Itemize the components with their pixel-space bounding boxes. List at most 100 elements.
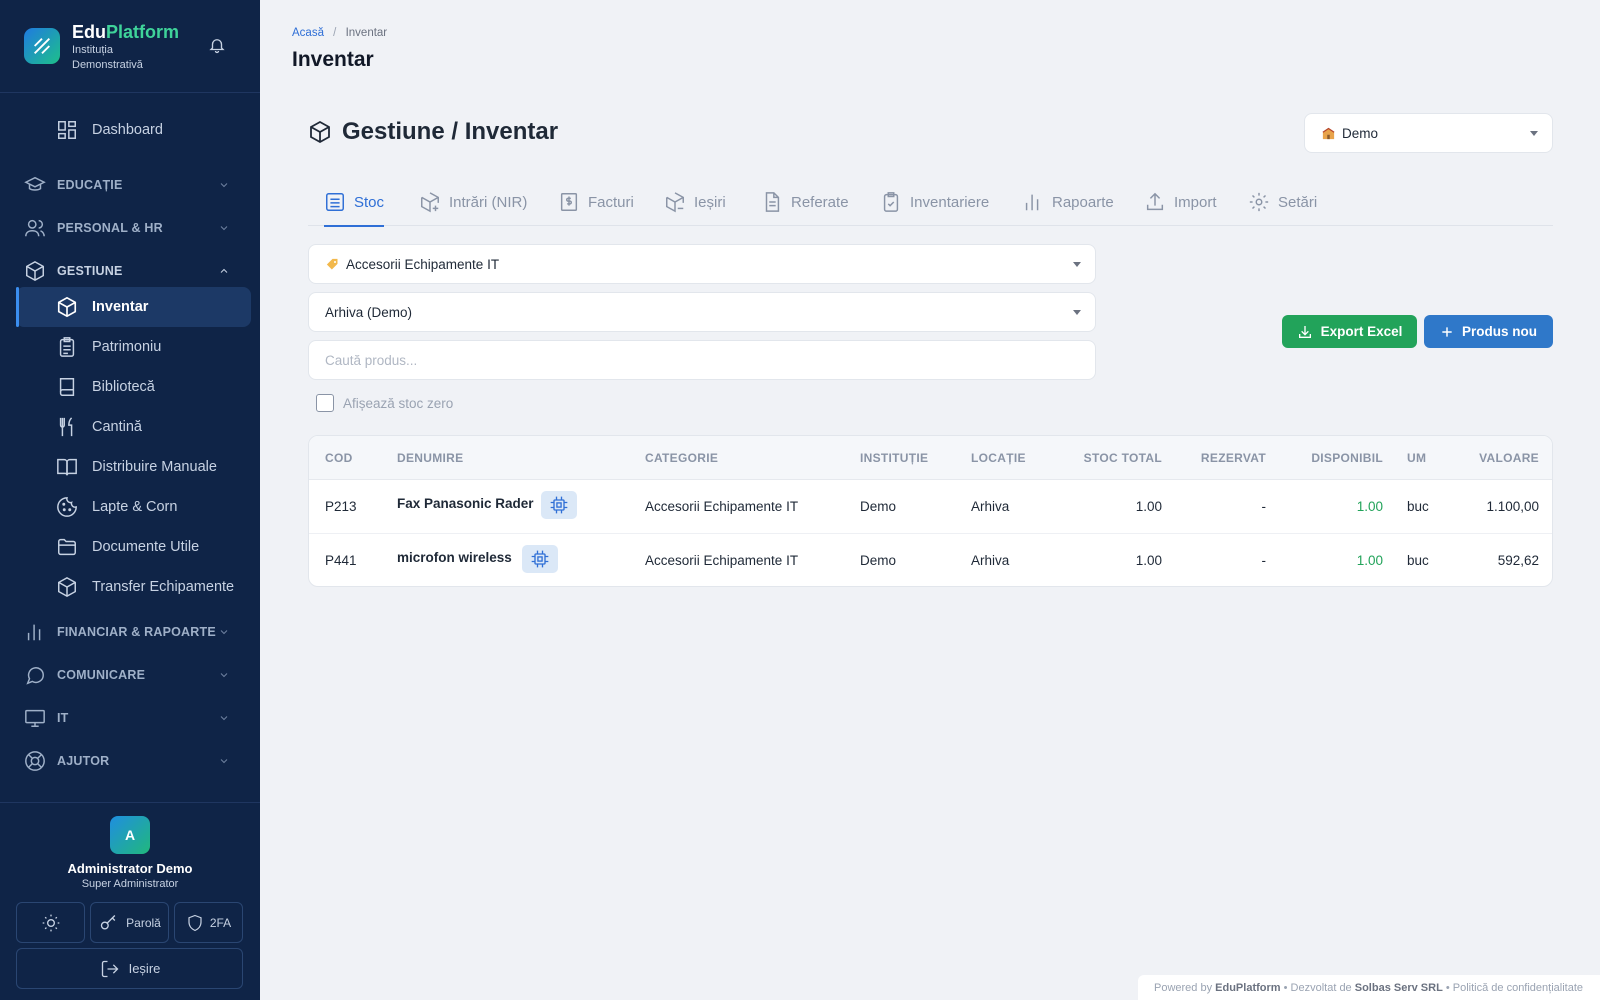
column-header-cod[interactable]: COD: [325, 451, 353, 465]
folder-icon: [58, 538, 76, 556]
tab-stoc[interactable]: Stoc: [324, 178, 385, 227]
book-icon: [59, 378, 75, 396]
cell-disponibil: 1.00: [1356, 499, 1383, 514]
category-select-value: Accesorii Echipamente IT: [346, 256, 500, 272]
sidebar-item-label: Distribuire Manuale: [92, 459, 217, 475]
location-select[interactable]: Arhiva (Demo): [308, 292, 1096, 332]
lifebuoy-icon: [25, 751, 45, 771]
sidebar-item-cantina[interactable]: Cantină: [16, 407, 251, 447]
footer-powered: Powered by: [1154, 981, 1213, 994]
column-header-denumire[interactable]: DENUMIRE: [397, 451, 463, 465]
warehouse-icon: [326, 193, 344, 211]
tab-setari[interactable]: Setări: [1248, 178, 1317, 226]
chip-icon[interactable]: [541, 491, 577, 519]
tab-intrari[interactable]: Intrări (NIR): [419, 178, 527, 226]
gear-icon: [1249, 192, 1269, 212]
password-button[interactable]: Parolă: [90, 902, 169, 943]
cell-valoare: 592,62: [1497, 553, 1539, 568]
sidebar-item-patrimoniu[interactable]: Patrimoniu: [16, 327, 251, 367]
sidebar-section-gestiune[interactable]: GESTIUNE: [24, 259, 236, 283]
caret-down-icon: [1073, 262, 1081, 267]
sidebar-item-label: Bibliotecă: [92, 379, 155, 395]
tab-label: Referate: [791, 193, 849, 211]
twofa-label: 2FA: [209, 915, 232, 930]
theme-toggle-button[interactable]: [16, 902, 85, 943]
caret-down-icon: [1530, 131, 1538, 136]
sidebar-item-documente[interactable]: Documente Utile: [16, 527, 251, 567]
sidebar-item-label: Lapte & Corn: [92, 499, 178, 515]
invoice-icon: [560, 193, 578, 211]
column-header-stoc-total[interactable]: STOC TOTAL: [1029, 451, 1162, 465]
export-excel-button[interactable]: Export Excel: [1282, 315, 1417, 348]
table-row[interactable]: P213 Fax Panasonic Rader Accesorii Echip…: [309, 480, 1552, 534]
column-header-locatie[interactable]: LOCAȚIE: [971, 451, 1026, 465]
column-header-categorie[interactable]: CATEGORIE: [645, 451, 718, 465]
search-input[interactable]: Caută produs...: [308, 340, 1096, 380]
sidebar-item-label: Patrimoniu: [92, 339, 162, 355]
sidebar-section-it[interactable]: IT: [24, 706, 236, 730]
bell-icon[interactable]: [208, 35, 226, 60]
monitor-icon: [25, 709, 45, 727]
footer: Powered by EduPlatform • Dezvoltat de So…: [1138, 975, 1600, 1000]
column-header-um[interactable]: UM: [1407, 451, 1426, 465]
footer-privacy-link[interactable]: • Politică de confidențialitate: [1446, 982, 1583, 994]
breadcrumb-home[interactable]: Acasă: [292, 27, 324, 39]
tab-rapoarte[interactable]: Rapoarte: [1022, 178, 1114, 226]
tag-icon: [326, 258, 338, 269]
tab-label: Stoc: [354, 193, 385, 211]
sidebar-section-financiar[interactable]: FINANCIAR & RAPOARTE: [24, 620, 236, 644]
brand-logo[interactable]: [24, 28, 60, 64]
cell-valoare: 1.100,00: [1486, 499, 1539, 514]
column-header-institutie[interactable]: INSTITUȚIE: [860, 451, 928, 465]
show-zero-stock-checkbox[interactable]: [316, 394, 334, 412]
tab-label: Intrări (NIR): [449, 193, 528, 211]
school-icon: [1322, 127, 1335, 139]
user-name: Administrator Demo: [67, 861, 193, 876]
tab-referate[interactable]: Referate: [761, 178, 849, 226]
sidebar-section-ajutor[interactable]: AJUTOR: [24, 749, 236, 773]
column-header-rezervat[interactable]: REZERVAT: [1169, 451, 1266, 465]
page-title: Inventar: [292, 48, 374, 71]
tab-inventariere[interactable]: Inventariere: [880, 178, 989, 226]
sidebar-item-dashboard[interactable]: Dashboard: [16, 110, 251, 150]
new-product-button[interactable]: Produs nou: [1424, 315, 1553, 348]
sidebar-item-label: Inventar: [92, 299, 149, 315]
institution-select-value: Demo: [1342, 125, 1379, 141]
sidebar-section-educatie[interactable]: EDUCAȚIE: [24, 173, 236, 197]
footer-brand[interactable]: EduPlatform: [1215, 982, 1280, 994]
avatar[interactable]: A: [110, 816, 150, 854]
sidebar-item-lapte-corn[interactable]: Lapte & Corn: [16, 487, 251, 527]
section-label: GESTIUNE: [57, 264, 123, 278]
cell-locatie: Arhiva: [971, 499, 1010, 514]
sidebar-section-comunicare[interactable]: COMUNICARE: [24, 663, 236, 687]
sidebar-item-transfer[interactable]: Transfer Echipamente: [16, 567, 251, 607]
users-icon: [25, 219, 45, 237]
chevron-up-icon: [220, 268, 228, 273]
tab-label: Rapoarte: [1052, 193, 1114, 211]
sidebar-item-manuale[interactable]: Distribuire Manuale: [16, 447, 251, 487]
footer-company[interactable]: Solbas Serv SRL: [1355, 982, 1443, 994]
tab-import[interactable]: Import: [1144, 178, 1217, 226]
cell-denumire[interactable]: Fax Panasonic Rader: [397, 496, 534, 511]
user-role: Super Administrator: [81, 878, 179, 890]
sidebar-section-personal[interactable]: PERSONAL & HR: [24, 216, 236, 240]
sidebar-item-inventar[interactable]: Inventar: [16, 287, 251, 327]
table-row[interactable]: P441 microfon wireless Accesorii Echipam…: [309, 534, 1552, 586]
category-select[interactable]: Accesorii Echipamente IT: [308, 244, 1096, 284]
sidebar-item-biblioteca[interactable]: Bibliotecă: [16, 367, 251, 407]
tab-label: Import: [1174, 193, 1217, 211]
tab-iesiri[interactable]: Ieșiri: [664, 178, 726, 226]
cell-cod: P213: [325, 499, 357, 514]
column-header-valoare[interactable]: VALOARE: [1439, 451, 1539, 465]
twofa-button[interactable]: 2FA: [174, 902, 243, 943]
column-header-disponibil[interactable]: DISPONIBIL: [1269, 451, 1383, 465]
institution-select[interactable]: Demo: [1304, 113, 1553, 153]
show-zero-stock-label: Afișează stoc zero: [343, 395, 454, 411]
tab-facturi[interactable]: Facturi: [558, 178, 634, 226]
chip-icon[interactable]: [522, 545, 558, 573]
box-icon: [310, 120, 330, 144]
table-header: COD DENUMIRE CATEGORIE INSTITUȚIE LOCAȚI…: [309, 436, 1552, 480]
breadcrumb: Acasă / Inventar: [292, 27, 387, 39]
logout-button[interactable]: Ieșire: [16, 948, 243, 989]
cell-denumire[interactable]: microfon wireless: [397, 550, 512, 565]
